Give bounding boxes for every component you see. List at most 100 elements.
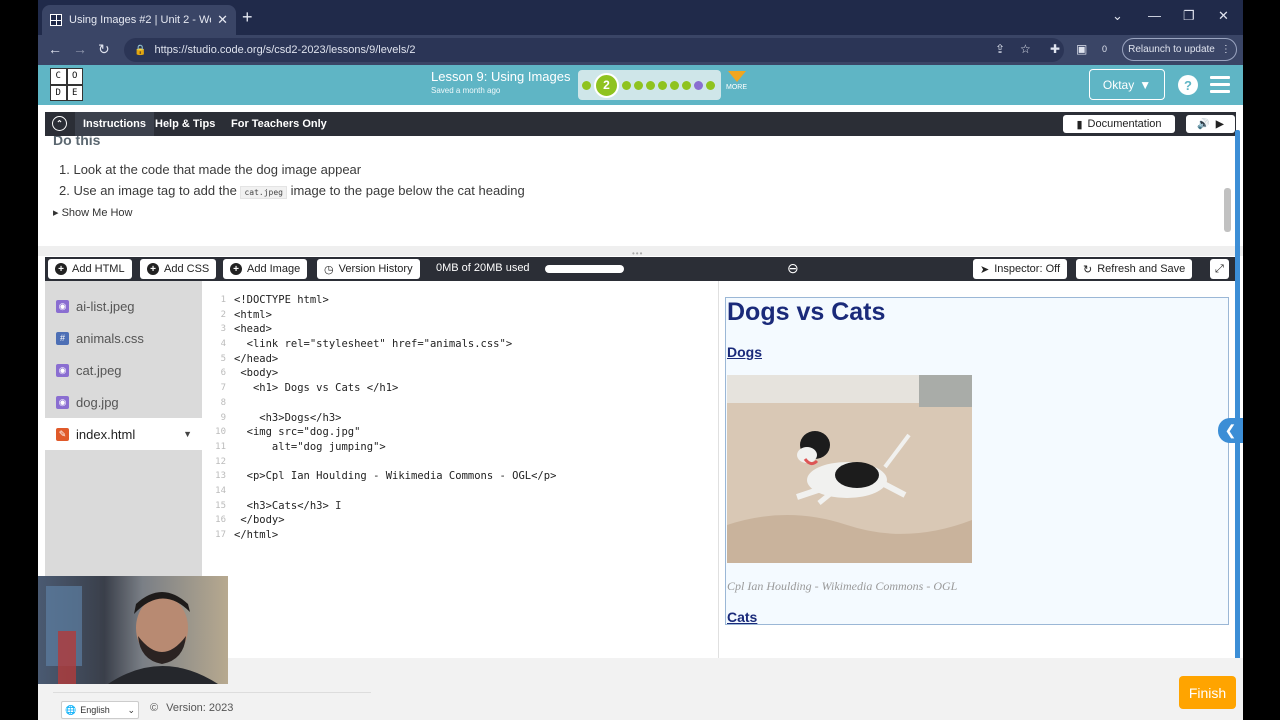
browser-tab-strip: Using Images #2 | Unit 2 - Web ✕ + ⌄ — ❐…	[38, 0, 1243, 35]
kebab-menu-icon: ⋮	[1220, 44, 1231, 55]
code-line[interactable]: </body>	[234, 513, 556, 528]
share-link-icon[interactable]: ⊖	[787, 260, 799, 277]
hamburger-menu-icon[interactable]	[1210, 76, 1230, 97]
css-file-icon: #	[56, 331, 69, 345]
side-panel-icon[interactable]: ▣	[1076, 42, 1087, 56]
code-editor[interactable]: 1 2 3 4 5 6 7 8 9 10 11 12 13 14 15 16 17 <!DOCTYPE html…	[202, 281, 718, 658]
preview-h3-cats: Cats	[727, 609, 758, 625]
file-menu-caret-icon[interactable]: ▼	[183, 429, 192, 439]
refresh-save-button[interactable]: ↻ Refresh and Save	[1076, 259, 1193, 279]
add-image-button[interactable]: + Add Image	[223, 259, 308, 279]
level-bubble[interactable]	[622, 80, 631, 90]
language-select[interactable]: 🌐 English ⌄	[61, 701, 139, 719]
restore-icon[interactable]: ❐	[1183, 8, 1195, 24]
instruction-step: 2. Use an image tag to add the cat.jpeg …	[59, 183, 525, 199]
level-bubble[interactable]	[634, 80, 643, 90]
file-item-animals-css[interactable]: # animals.css	[45, 322, 202, 354]
code-line[interactable]: <html>	[234, 308, 556, 323]
level-bubble[interactable]	[682, 80, 691, 90]
tab-for-teachers[interactable]: For Teachers Only	[231, 118, 327, 130]
code-line[interactable]: <h3>Cats</h3> I	[234, 499, 556, 514]
preview-h1: Dogs vs Cats	[727, 298, 886, 326]
code-lines[interactable]: <!DOCTYPE html> <html> <head> <link rel="s…	[234, 293, 556, 543]
line-number: 2	[220, 309, 226, 320]
page-scrollbar[interactable]	[1235, 130, 1240, 660]
file-item-dog-jpg[interactable]: ◉ dog.jpg	[45, 386, 202, 418]
clock-icon: ◷	[324, 263, 334, 276]
live-preview: Dogs vs Cats Dogs Cpl Ian Houlding - Wik…	[718, 281, 1236, 658]
scroll-thumb[interactable]	[1224, 188, 1231, 232]
file-item-index-html[interactable]: ✎ index.html ▼	[45, 418, 202, 450]
file-item-cat-jpeg[interactable]: ◉ cat.jpeg	[45, 354, 202, 386]
url-input[interactable]: 🔒 https://studio.code.org/s/csd2-2023/le…	[124, 38, 1064, 62]
version-history-button[interactable]: ◷ Version History	[317, 259, 420, 279]
file-item-ai-list-jpeg[interactable]: ◉ ai-list.jpeg	[45, 290, 202, 322]
code-line[interactable]: <!DOCTYPE html>	[234, 293, 556, 308]
more-label: MORE	[726, 84, 747, 91]
line-number: 3	[220, 324, 226, 335]
bookmark-star-icon[interactable]: ☆	[1020, 42, 1031, 56]
level-bubble[interactable]	[670, 80, 679, 90]
reload-icon[interactable]: ↻	[98, 41, 110, 58]
help-button[interactable]: ?	[1178, 75, 1198, 95]
code-line[interactable]	[234, 455, 556, 470]
lesson-title[interactable]: Lesson 9: Using Images	[431, 69, 570, 84]
level-bubble[interactable]	[694, 80, 703, 90]
code-line[interactable]: <head>	[234, 322, 556, 337]
forward-icon[interactable]: →	[73, 41, 87, 57]
code-line[interactable]: <link rel="stylesheet" href="animals.css…	[234, 337, 556, 352]
instructions-heading: Do this	[53, 136, 101, 148]
logo-letter: O	[66, 68, 83, 85]
code-line[interactable]: </head>	[234, 352, 556, 367]
share-icon[interactable]: ⇪	[995, 42, 1005, 56]
finish-button[interactable]: Finish	[1179, 676, 1236, 709]
browser-tab[interactable]: Using Images #2 | Unit 2 - Web ✕	[42, 5, 236, 35]
documentation-button[interactable]: ▮ Documentation	[1063, 115, 1175, 133]
inspector-toggle-button[interactable]: ➤ Inspector: Off	[973, 259, 1068, 279]
code-line[interactable]: <h3>Dogs</h3>	[234, 411, 556, 426]
current-level-bubble[interactable]: 2	[594, 72, 619, 98]
code-line[interactable]	[234, 396, 556, 411]
close-window-icon[interactable]: ✕	[1218, 8, 1229, 24]
code-line[interactable]: <h1> Dogs vs Cats </h1>	[234, 381, 556, 396]
instructions-panel: Do this 1. Look at the code that made th…	[45, 136, 1236, 246]
tab-instructions[interactable]: Instructions	[75, 112, 154, 136]
image-caption: Cpl Ian Houlding - Wikimedia Commons - O…	[727, 579, 958, 593]
code-line[interactable]: <p>Cpl Ian Houlding - Wikimedia Commons …	[234, 469, 557, 484]
code-line[interactable]: <img src="dog.jpg"	[234, 425, 556, 440]
level-bubble[interactable]	[658, 80, 667, 90]
level-bubble[interactable]	[706, 80, 715, 90]
code-line[interactable]: <body>	[234, 366, 556, 381]
fullscreen-button[interactable]: ⤢	[1210, 259, 1229, 279]
line-number: 7	[220, 383, 226, 394]
back-icon[interactable]: ←	[48, 41, 62, 57]
code-line[interactable]: </html>	[234, 528, 556, 543]
minimize-icon[interactable]: —	[1148, 8, 1161, 23]
level-bubble[interactable]	[646, 80, 655, 90]
tab-search-chevron-icon[interactable]: ⌄	[1112, 8, 1123, 24]
extension-badge[interactable]: 0	[1102, 44, 1107, 54]
code-org-header: C O D E Lesson 9: Using Images Saved a m…	[38, 65, 1243, 105]
add-html-button[interactable]: + Add HTML	[48, 259, 132, 279]
more-levels-button[interactable]: MORE	[726, 71, 747, 91]
code-line[interactable]	[234, 484, 556, 499]
tab-help-tips[interactable]: Help & Tips	[155, 118, 215, 130]
extensions-puzzle-icon[interactable]: ✚	[1050, 42, 1060, 56]
text-cursor: I	[328, 499, 342, 512]
new-tab-icon[interactable]: +	[242, 7, 253, 28]
instructions-scrollbar[interactable]	[1224, 140, 1231, 245]
code-line[interactable]: alt="dog jumping">	[234, 440, 556, 455]
user-menu-button[interactable]: Oktay ▼	[1089, 69, 1165, 100]
copyright-icon[interactable]: ©	[150, 702, 158, 714]
close-tab-icon[interactable]: ✕	[217, 12, 228, 28]
text-to-speech-button[interactable]: 🔊 ▶	[1186, 115, 1235, 133]
add-css-button[interactable]: + Add CSS	[140, 259, 217, 279]
storage-usage: 0MB of 20MB used	[436, 262, 530, 274]
relaunch-button[interactable]: Relaunch to update ⋮	[1122, 38, 1237, 61]
preview-frame[interactable]: Dogs vs Cats Dogs Cpl Ian Houlding - Wik…	[725, 297, 1229, 625]
code-org-logo[interactable]: C O D E	[50, 68, 83, 101]
show-me-how-toggle[interactable]: ▸ Show Me How	[53, 206, 133, 219]
level-bubble[interactable]	[582, 80, 591, 90]
collapse-instructions-icon[interactable]: ⌃	[52, 116, 67, 131]
caret-down-icon: ▼	[1139, 77, 1152, 92]
